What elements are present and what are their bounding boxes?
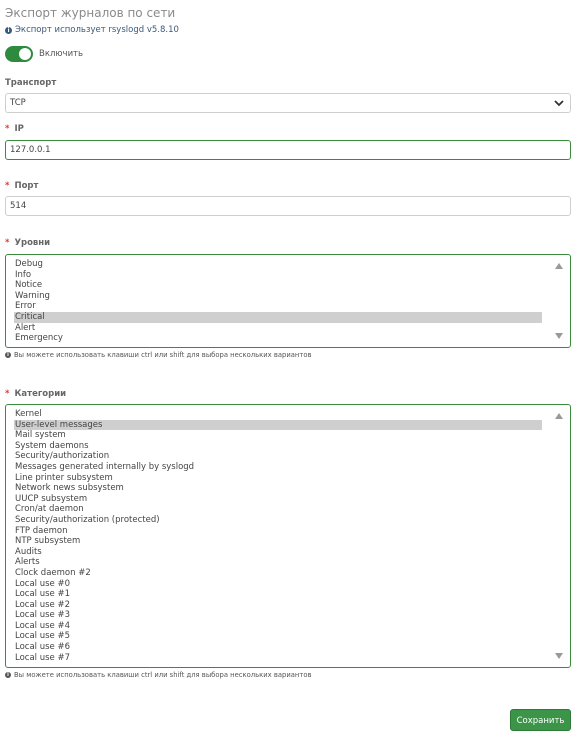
levels-scrollbar[interactable] <box>552 259 566 343</box>
port-label-row: * Порт <box>5 181 38 191</box>
categories-option[interactable]: Audits <box>14 547 542 558</box>
categories-option[interactable]: Alerts <box>14 557 542 568</box>
enable-toggle[interactable] <box>5 46 33 62</box>
categories-option[interactable]: Local use #5 <box>14 631 542 642</box>
categories-hint-text: Вы можете использовать клавиши ctrl или … <box>14 671 312 679</box>
categories-option[interactable]: Local use #1 <box>14 589 542 600</box>
levels-option[interactable]: Alert <box>14 323 542 334</box>
categories-option[interactable]: Security/authorization (protected) <box>14 515 542 526</box>
categories-option[interactable]: Line printer subsystem <box>14 473 542 484</box>
chevron-down-icon <box>554 100 564 107</box>
ip-value: 127.0.0.1 <box>10 145 51 155</box>
levels-option[interactable]: Emergency <box>14 333 542 344</box>
levels-option[interactable]: Error <box>14 301 542 312</box>
scroll-down-icon[interactable] <box>555 333 563 339</box>
categories-option[interactable]: System daemons <box>14 441 542 452</box>
categories-option[interactable]: User-level messages <box>14 419 542 431</box>
info-icon: i <box>5 352 11 358</box>
version-info-text: Экспорт использует rsyslogd v5.8.10 <box>15 25 179 35</box>
categories-option[interactable]: UUCP subsystem <box>14 494 542 505</box>
categories-listbox[interactable]: Kernel User-level messages Mail system Syst… <box>5 404 571 668</box>
ip-input[interactable]: 127.0.0.1 <box>5 140 571 160</box>
page-title: Экспорт журналов по сети <box>5 6 176 20</box>
required-mark: * <box>5 181 10 191</box>
categories-option[interactable]: Messages generated internally by syslogd <box>14 462 542 473</box>
save-button[interactable]: Сохранить <box>510 709 571 731</box>
categories-options: Kernel User-level messages Mail system Syst… <box>14 409 542 663</box>
info-icon: i <box>5 672 11 678</box>
levels-label: Уровни <box>14 238 51 248</box>
categories-option[interactable]: Kernel <box>14 409 542 420</box>
required-mark: * <box>5 389 10 399</box>
required-mark: * <box>5 238 10 248</box>
levels-option[interactable]: Notice <box>14 280 542 291</box>
categories-label: Категории <box>14 389 67 399</box>
categories-option[interactable]: Cron/at daemon <box>14 504 542 515</box>
categories-option[interactable]: Mail system <box>14 430 542 441</box>
ip-label-row: * IP <box>5 124 24 134</box>
categories-scrollbar[interactable] <box>552 409 566 663</box>
categories-label-row: * Категории <box>5 389 66 399</box>
levels-label-row: * Уровни <box>5 238 50 248</box>
info-icon: i <box>5 26 12 34</box>
transport-value: TCP <box>10 98 26 108</box>
categories-option[interactable]: Local use #2 <box>14 600 542 611</box>
levels-option[interactable]: Critical <box>14 311 542 323</box>
categories-option[interactable]: Local use #4 <box>14 621 542 632</box>
categories-option[interactable]: Local use #7 <box>14 653 542 664</box>
categories-option[interactable]: Local use #0 <box>14 579 542 590</box>
transport-label: Транспорт <box>5 78 57 88</box>
categories-option[interactable]: FTP daemon <box>14 526 542 537</box>
categories-option[interactable]: Local use #6 <box>14 642 542 653</box>
enable-toggle-label: Включить <box>39 49 84 59</box>
levels-hint-text: Вы можете использовать клавиши ctrl или … <box>14 351 312 359</box>
categories-option[interactable]: Clock daemon #2 <box>14 568 542 579</box>
levels-hint: i Вы можете использовать клавиши ctrl ил… <box>5 351 312 359</box>
scroll-up-icon[interactable] <box>555 263 563 269</box>
categories-option[interactable]: NTP subsystem <box>14 536 542 547</box>
categories-option[interactable]: Local use #3 <box>14 610 542 621</box>
transport-select[interactable]: TCP <box>5 93 571 113</box>
port-value: 514 <box>10 201 27 211</box>
enable-toggle-row[interactable]: Включить <box>5 46 83 62</box>
categories-option[interactable]: Security/authorization <box>14 451 542 462</box>
scroll-down-icon[interactable] <box>555 653 563 659</box>
levels-listbox[interactable]: Debug Info Notice Warning Error Critical Alert… <box>5 254 571 348</box>
categories-option[interactable]: Network news subsystem <box>14 483 542 494</box>
port-input[interactable]: 514 <box>5 196 571 216</box>
levels-option[interactable]: Warning <box>14 291 542 302</box>
port-label: Порт <box>14 181 39 191</box>
levels-options: Debug Info Notice Warning Error Critical Alert… <box>14 259 542 344</box>
levels-option[interactable]: Debug <box>14 259 542 270</box>
required-mark: * <box>5 124 10 134</box>
scroll-up-icon[interactable] <box>555 413 563 419</box>
levels-option[interactable]: Info <box>14 270 542 281</box>
version-info: i Экспорт использует rsyslogd v5.8.10 <box>5 25 179 35</box>
categories-hint: i Вы можете использовать клавиши ctrl ил… <box>5 671 312 679</box>
ip-label: IP <box>14 124 24 134</box>
